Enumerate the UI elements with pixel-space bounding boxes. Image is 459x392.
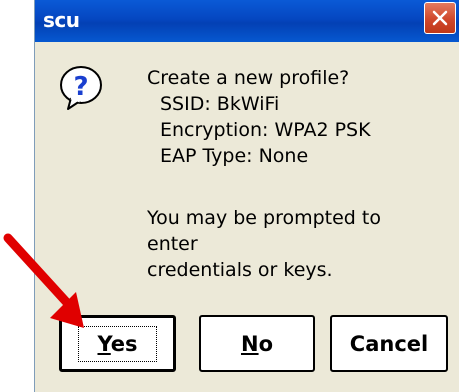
- message-eap-type: EAP Type: None: [160, 145, 309, 167]
- svg-text:?: ?: [73, 72, 88, 102]
- close-button[interactable]: [424, 2, 456, 34]
- dialog-title: scu: [43, 8, 80, 32]
- dialog-window: scu ? Create a new profile? SSID: BkWiFi…: [34, 0, 459, 392]
- dialog-message: Create a new profile? SSID: BkWiFi Encry…: [147, 65, 371, 169]
- message-question: Create a new profile?: [147, 67, 350, 89]
- message-encryption: Encryption: WPA2 PSK: [160, 119, 371, 141]
- yes-mnemonic: Y: [97, 331, 111, 356]
- note-line-1: You may be prompted to: [147, 207, 381, 229]
- question-icon: ?: [60, 66, 102, 110]
- note-line-3: credentials or keys.: [147, 259, 333, 281]
- yes-label-rest: es: [110, 331, 138, 356]
- no-label-rest: o: [258, 331, 273, 356]
- no-mnemonic: N: [240, 331, 259, 356]
- title-bar[interactable]: scu: [35, 0, 459, 42]
- note-line-2: enter: [147, 233, 198, 255]
- cancel-button[interactable]: Cancel: [330, 315, 448, 372]
- yes-button-focus: Yes: [78, 325, 157, 362]
- close-icon: [432, 10, 448, 26]
- cancel-label: Cancel: [349, 331, 429, 356]
- message-ssid: SSID: BkWiFi: [160, 93, 280, 115]
- dialog-note: You may be prompted to enter credentials…: [147, 205, 381, 283]
- red-arrow-annotation: [3, 233, 84, 328]
- no-button[interactable]: No: [199, 315, 315, 372]
